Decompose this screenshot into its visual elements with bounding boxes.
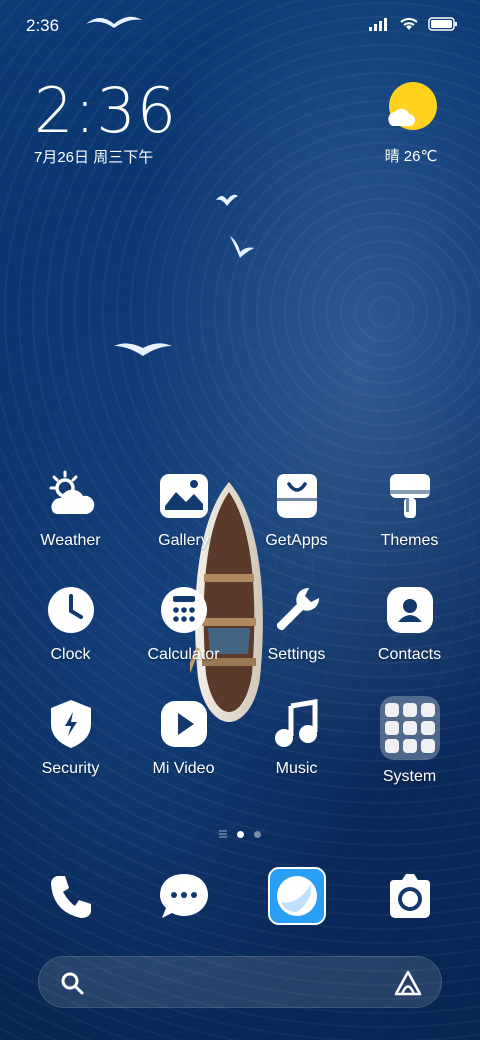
gallery-icon bbox=[156, 468, 212, 524]
clock-icon bbox=[43, 582, 99, 638]
dock-camera[interactable] bbox=[353, 866, 466, 926]
music-icon bbox=[269, 696, 325, 752]
page-dot[interactable] bbox=[254, 830, 261, 838]
signal-icon bbox=[369, 18, 387, 31]
app-clock[interactable]: Clock bbox=[14, 582, 127, 664]
sun-cloud-icon bbox=[388, 82, 437, 130]
app-music[interactable]: Music bbox=[240, 696, 353, 786]
system-folder-icon bbox=[379, 696, 440, 760]
weather-icon bbox=[43, 468, 99, 524]
clock-widget-time: 2:36 bbox=[34, 74, 178, 147]
app-themes[interactable]: Themes bbox=[353, 468, 466, 550]
app-label: System bbox=[382, 768, 437, 785]
assistant-icon[interactable] bbox=[393, 969, 423, 997]
getapps-icon bbox=[269, 468, 325, 524]
camera-icon bbox=[380, 866, 440, 926]
app-label: Weather bbox=[40, 532, 101, 549]
app-label: Music bbox=[275, 760, 318, 777]
seagull-decoration bbox=[114, 343, 172, 356]
menu-lines-icon bbox=[219, 830, 227, 838]
app-label: Settings bbox=[267, 646, 326, 663]
app-system-folder[interactable]: System bbox=[353, 696, 466, 786]
status-bar: 2:36 bbox=[0, 10, 480, 38]
dock-messages[interactable] bbox=[127, 866, 240, 926]
page-dot-active[interactable] bbox=[237, 830, 244, 838]
status-time: 2:36 bbox=[26, 16, 60, 35]
app-contacts[interactable]: Contacts bbox=[353, 582, 466, 664]
security-icon bbox=[43, 696, 99, 752]
calculator-icon bbox=[156, 582, 212, 638]
app-label: GetApps bbox=[265, 532, 328, 549]
app-security[interactable]: Security bbox=[14, 696, 127, 786]
clock-widget[interactable]: 2:36 7月26日 周三下午 bbox=[34, 78, 177, 167]
app-gallery[interactable]: Gallery bbox=[127, 468, 240, 550]
weather-widget[interactable]: 晴 26℃ bbox=[376, 82, 446, 166]
app-label: Security bbox=[41, 760, 100, 777]
app-calculator[interactable]: Calculator bbox=[127, 582, 240, 664]
battery-icon bbox=[428, 17, 457, 31]
settings-icon bbox=[269, 582, 325, 638]
app-label: Calculator bbox=[147, 646, 220, 663]
weather-temp: 晴 26℃ bbox=[384, 148, 438, 165]
seagull-decoration bbox=[216, 194, 238, 206]
app-grid: Weather Gallery GetApps Themes Clock Cal… bbox=[14, 468, 466, 818]
page-indicator[interactable] bbox=[0, 830, 480, 838]
browser-icon bbox=[267, 866, 327, 926]
contacts-icon bbox=[382, 582, 438, 638]
themes-icon bbox=[382, 468, 438, 524]
app-weather[interactable]: Weather bbox=[14, 468, 127, 550]
app-label: Contacts bbox=[377, 646, 442, 663]
app-label: Themes bbox=[380, 532, 439, 549]
app-getapps[interactable]: GetApps bbox=[240, 468, 353, 550]
seagull-decoration bbox=[230, 236, 254, 258]
dock bbox=[14, 866, 466, 926]
messages-icon bbox=[154, 866, 214, 926]
search-icon bbox=[61, 972, 84, 995]
dock-phone[interactable] bbox=[14, 866, 127, 926]
app-label: Clock bbox=[50, 646, 91, 663]
app-settings[interactable]: Settings bbox=[240, 582, 353, 664]
status-icons bbox=[368, 16, 458, 32]
search-bar[interactable] bbox=[38, 956, 442, 1008]
wifi-icon bbox=[400, 18, 418, 30]
phone-icon bbox=[41, 866, 101, 926]
app-label: Gallery bbox=[158, 532, 209, 549]
app-mi-video[interactable]: Mi Video bbox=[127, 696, 240, 786]
clock-widget-date: 7月26日 周三下午 bbox=[34, 149, 154, 166]
dock-browser[interactable] bbox=[240, 866, 353, 926]
app-label: Mi Video bbox=[152, 760, 215, 777]
mi-video-icon bbox=[156, 696, 212, 752]
